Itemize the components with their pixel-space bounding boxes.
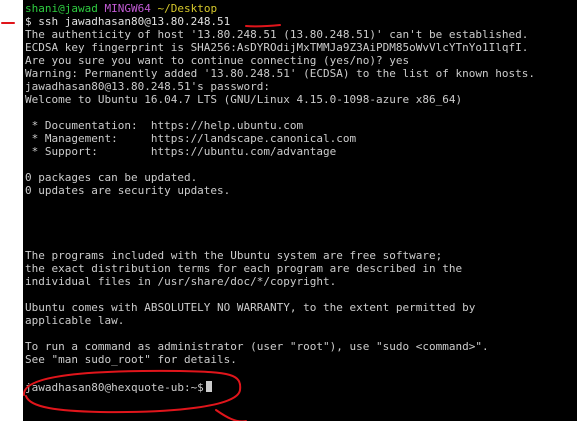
ssh-command: ssh jawadhasan80@13.80.248.51 [38, 15, 231, 28]
bash-prompt-header: shani@jawad MINGW64 ~/Desktop [25, 2, 217, 15]
output-line: 0 packages can be updated. [25, 171, 198, 184]
output-line: The authenticity of host '13.80.248.51 (… [25, 28, 529, 41]
prompt-env: MINGW64 [104, 2, 151, 15]
block-cursor-icon [205, 381, 212, 392]
output-line: See "man sudo_root" for details. [25, 353, 237, 366]
output-line: The programs included with the Ubuntu sy… [25, 249, 443, 262]
remote-prompt: jawadhasan80@hexquote-ub:~$ [25, 381, 204, 394]
output-line: individual files in /usr/share/doc/*/cop… [25, 275, 337, 288]
command-line: $ ssh jawadhasan80@13.80.248.51 [25, 15, 230, 28]
terminal-window[interactable]: shani@jawad MINGW64 ~/Desktop $ ssh jawa… [23, 0, 577, 421]
output-line: applicable law. [25, 314, 125, 327]
prompt-user-host: shani@jawad [25, 2, 98, 15]
output-line: * Support: https://ubuntu.com/advantage [25, 145, 337, 158]
prompt-path: ~/Desktop [157, 2, 218, 15]
prompt-symbol: $ [25, 15, 32, 28]
output-line: Are you sure you want to continue connec… [25, 54, 410, 67]
output-line: Welcome to Ubuntu 16.04.7 LTS (GNU/Linux… [25, 93, 463, 106]
output-line: the exact distribution terms for each pr… [25, 262, 463, 275]
output-line: * Management: https://landscape.canonica… [25, 132, 357, 145]
remote-prompt-line[interactable]: jawadhasan80@hexquote-ub:~$ [25, 381, 212, 394]
output-line: To run a command as administrator (user … [25, 340, 489, 353]
output-line: jawadhasan80@13.80.248.51's password: [25, 80, 271, 93]
output-line: ECDSA key fingerprint is SHA256:AsDYROdi… [25, 41, 529, 54]
output-line: Warning: Permanently added '13.80.248.51… [25, 67, 535, 80]
output-line: 0 updates are security updates. [25, 184, 231, 197]
output-line: * Documentation: https://help.ubuntu.com [25, 119, 304, 132]
output-line: Ubuntu comes with ABSOLUTELY NO WARRANTY… [25, 301, 476, 314]
